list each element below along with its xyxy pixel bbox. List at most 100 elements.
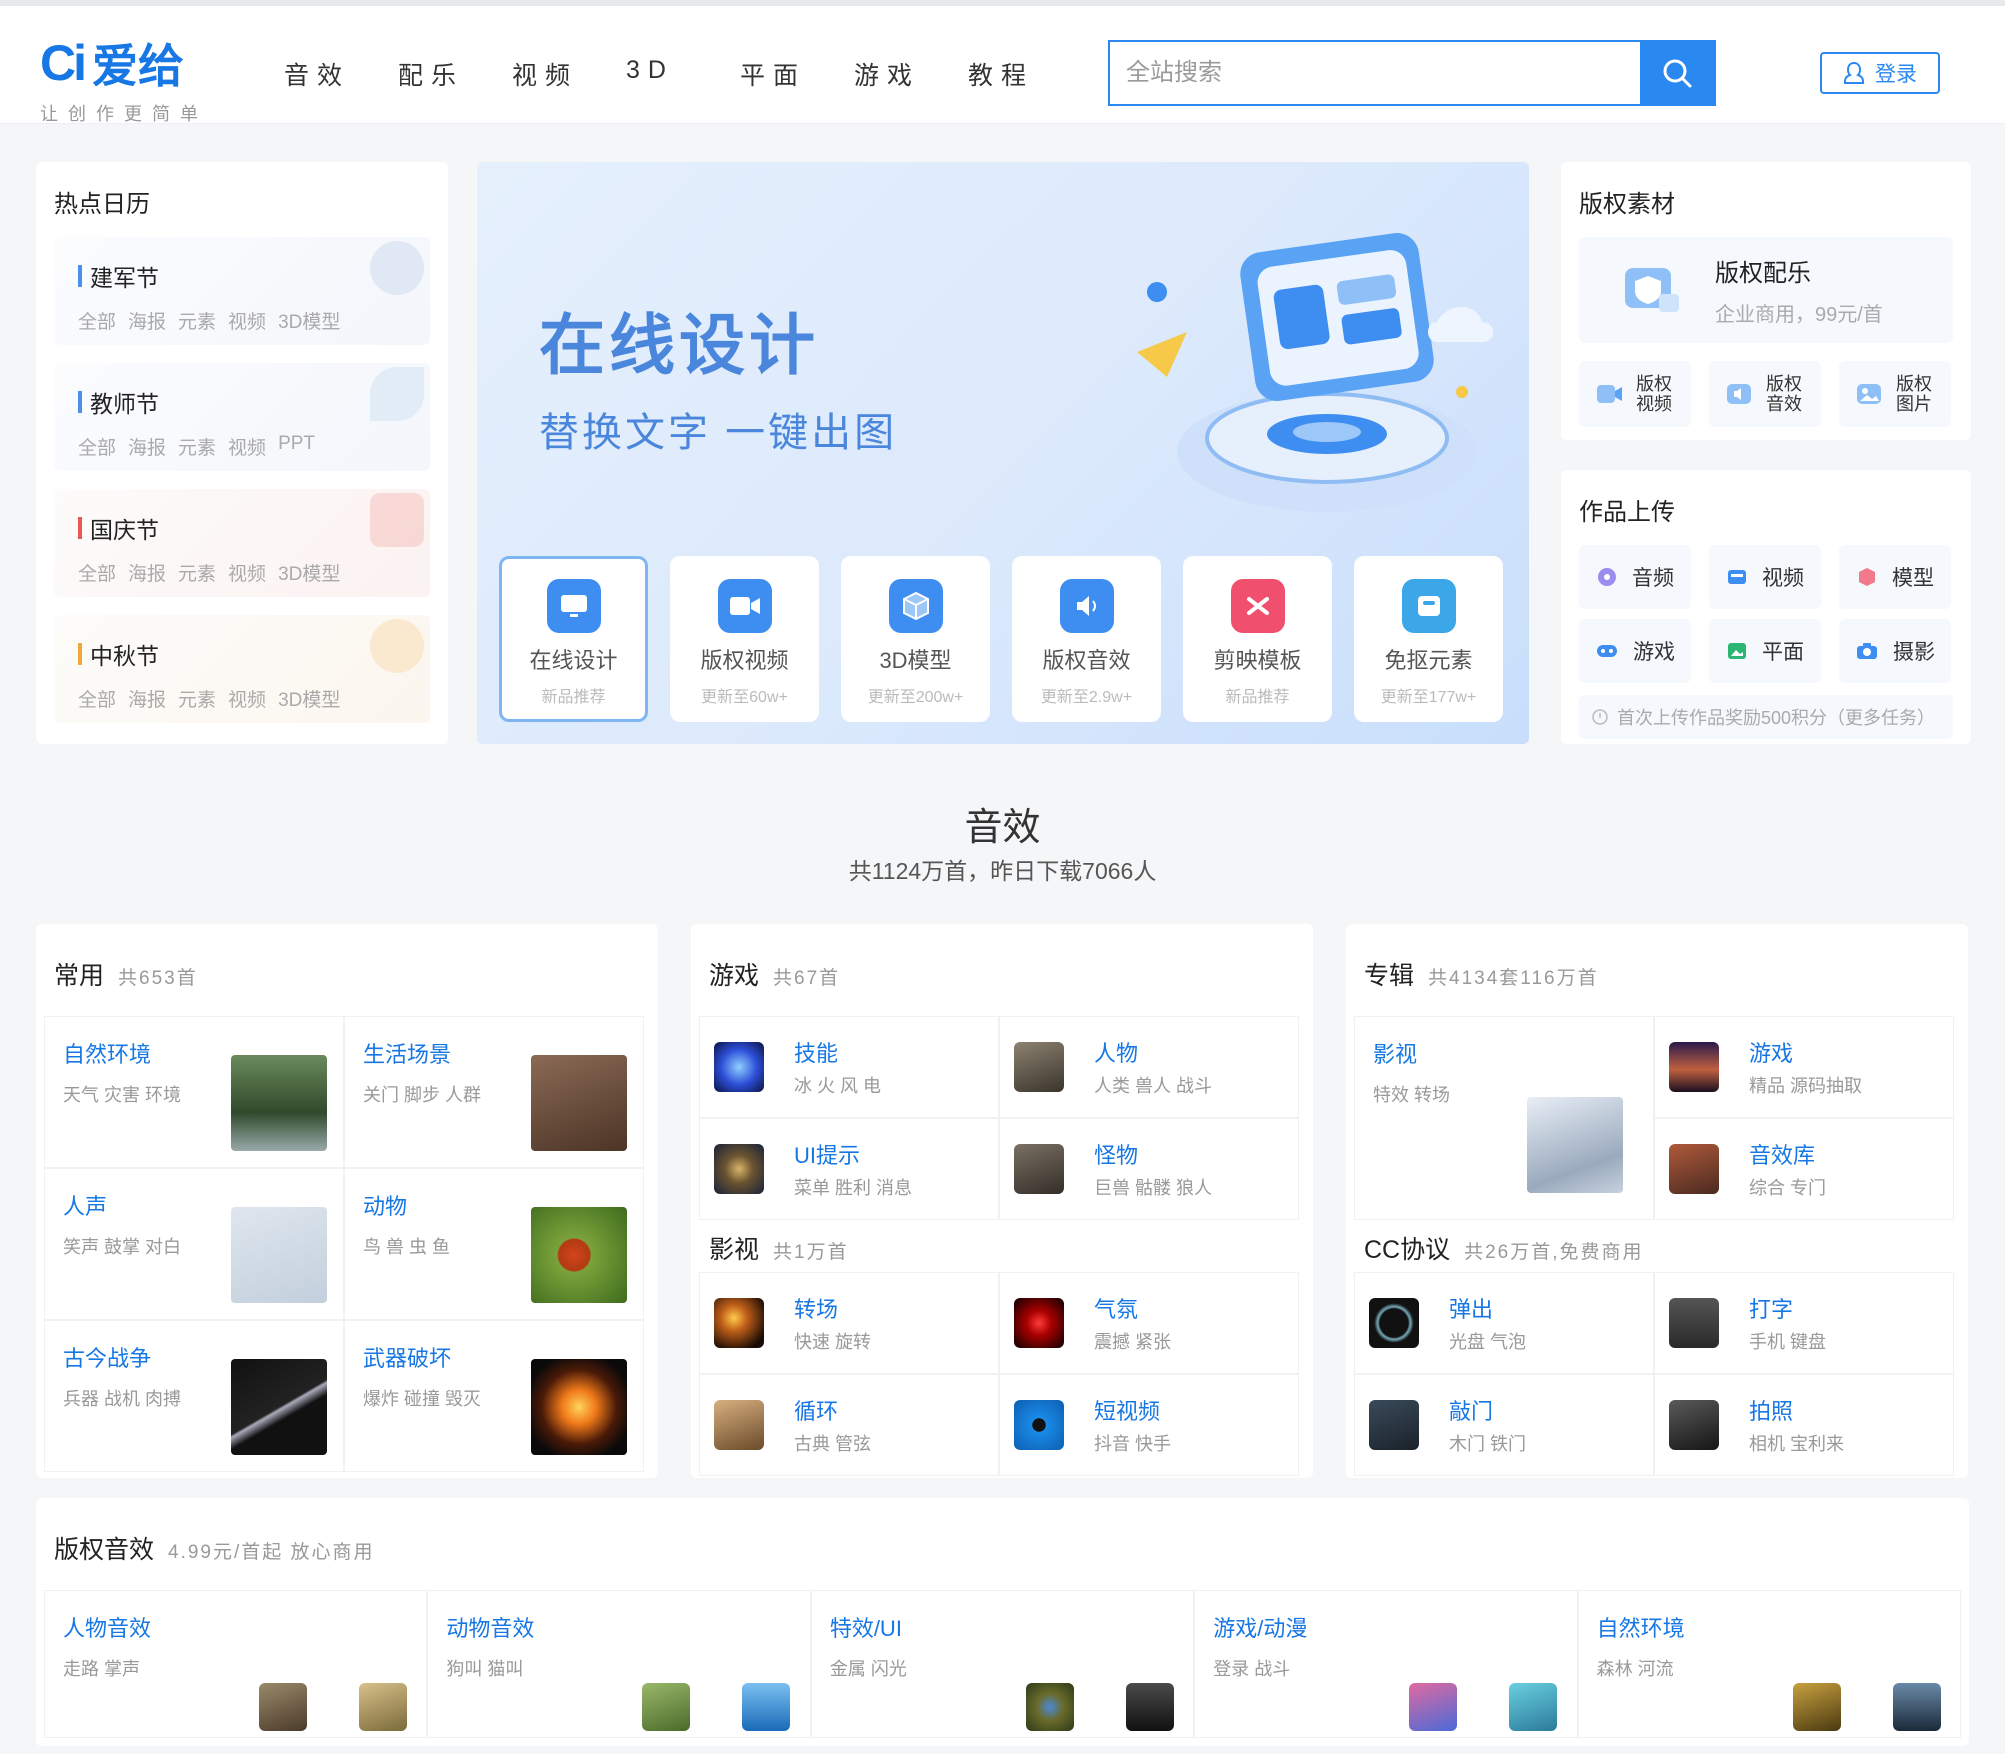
album-game[interactable]: 游戏 精品 源码抽取 [1654, 1016, 1954, 1118]
category-transition[interactable]: 转场 快速 旋转 [699, 1272, 999, 1374]
copyright-image-button[interactable]: 版权图片 [1839, 361, 1951, 427]
hot-tag[interactable]: 3D模型 [278, 307, 340, 334]
tile-online-design[interactable]: 在线设计 新品推荐 [499, 556, 648, 722]
online-design-banner[interactable]: 在线设计 替换文字 一键出图 在线设计 新品推荐 版权视频 更新至60w+ 3D… [477, 162, 1529, 744]
category-nature[interactable]: 自然环境 天气 灾害 环境 [44, 1016, 344, 1168]
hot-item-national-day[interactable]: 国庆节 全部 海报 元素 视频 3D模型 [54, 489, 430, 597]
typing-thumbnail [1669, 1298, 1719, 1348]
category-name: 短视频 [1094, 1399, 1161, 1424]
tile-cutout-elements[interactable]: 免抠元素 更新至177w+ [1354, 556, 1503, 722]
copyright-sound-button[interactable]: 版权音效 [1709, 361, 1821, 427]
upload-model-button[interactable]: 模型 [1839, 545, 1951, 609]
hot-item-army-day[interactable]: 建军节 全部 海报 元素 视频 3D模型 [54, 237, 430, 345]
category-weapon-destroy[interactable]: 武器破坏 爆炸 碰撞 毁灭 [344, 1320, 644, 1472]
category-name: 技能 [794, 1041, 839, 1066]
hot-tag[interactable]: 全部 [78, 685, 116, 712]
tile-label: 剪映模板 [1213, 648, 1302, 673]
category-monster[interactable]: 怪物 巨兽 骷髅 狼人 [999, 1118, 1299, 1220]
upload-audio-button[interactable]: 音频 [1579, 545, 1691, 609]
login-button[interactable]: 登录 [1820, 52, 1940, 94]
nav-sound[interactable]: 音效 [284, 56, 398, 92]
copyright-category-people[interactable]: 人物音效 走路 掌声 [44, 1590, 428, 1738]
hot-tag[interactable]: 视频 [228, 433, 266, 460]
hot-tag[interactable]: 海报 [128, 685, 166, 712]
category-photo[interactable]: 拍照 相机 宝利来 [1654, 1374, 1954, 1476]
tile-capcut-template[interactable]: 剪映模板 新品推荐 [1183, 556, 1332, 722]
album-sound-library[interactable]: 音效库 综合 专门 [1654, 1118, 1954, 1220]
nav-graphic[interactable]: 平面 [740, 56, 854, 92]
nav-game[interactable]: 游戏 [854, 56, 968, 92]
copyright-category-game-anime[interactable]: 游戏/动漫 登录 战斗 [1194, 1590, 1578, 1738]
tile-copyright-sound[interactable]: 版权音效 更新至2.9w+ [1012, 556, 1161, 722]
category-animal[interactable]: 动物 鸟 兽 虫 鱼 [344, 1168, 644, 1320]
category-atmosphere[interactable]: 气氛 震撼 紧张 [999, 1272, 1299, 1374]
hot-calendar-title: 热点日历 [54, 191, 150, 218]
copyright-category-animal[interactable]: 动物音效 狗叫 猫叫 [427, 1590, 811, 1738]
hot-tag[interactable]: 3D模型 [278, 685, 340, 712]
hot-tag[interactable]: 全部 [78, 307, 116, 334]
tile-3d-model[interactable]: 3D模型 更新至200w+ [841, 556, 990, 722]
category-skill[interactable]: 技能冰 火 风 电 [699, 1016, 999, 1118]
main-nav: 音效 配乐 视频 3D 平面 游戏 教程 [284, 56, 1082, 92]
category-knock[interactable]: 敲门 木门 铁门 [1354, 1374, 1654, 1476]
ui-hint-thumbnail [714, 1144, 764, 1194]
hot-item-mid-autumn[interactable]: 中秋节 全部 海报 元素 视频 3D模型 [54, 615, 430, 723]
copyright-sound-section: 版权音效 4.99元/首起 放心商用 人物音效 走路 掌声 动物音效 狗叫 猫叫… [36, 1498, 1969, 1746]
hot-tag[interactable]: 元素 [178, 307, 216, 334]
nav-music[interactable]: 配乐 [398, 56, 512, 92]
hot-calendar-card: 热点日历 建军节 全部 海报 元素 视频 3D模型 教师节 全部 海报 元素 视… [36, 162, 448, 744]
nav-3d[interactable]: 3D [626, 56, 740, 92]
hot-tag[interactable]: 元素 [178, 433, 216, 460]
category-ui-hint[interactable]: UI提示 菜单 胜利 消息 [699, 1118, 999, 1220]
hot-tag[interactable]: 海报 [128, 559, 166, 586]
hot-item-name: 中秋节 [78, 637, 406, 671]
category-voice[interactable]: 人声 笑声 鼓掌 对白 [44, 1168, 344, 1320]
banner-title: 在线设计 [539, 308, 819, 382]
hot-tag[interactable]: 3D模型 [278, 559, 340, 586]
copyright-music-link[interactable]: 版权配乐 企业商用，99元/首 [1579, 237, 1953, 343]
copyright-music-sub: 企业商用，99元/首 [1715, 304, 1883, 326]
category-popup[interactable]: 弹出 光盘 气泡 [1354, 1272, 1654, 1374]
photo-thumbnail [1669, 1400, 1719, 1450]
hot-tag[interactable]: 视频 [228, 685, 266, 712]
copyright-video-button[interactable]: 版权视频 [1579, 361, 1691, 427]
category-name: 游戏/动漫 [1213, 1616, 1308, 1641]
skill-thumbnail [714, 1042, 764, 1092]
tile-sub: 更新至177w+ [1380, 689, 1477, 706]
hot-tag[interactable]: PPT [278, 433, 315, 460]
info-icon [1592, 709, 1608, 725]
hot-tag[interactable]: 视频 [228, 559, 266, 586]
category-war[interactable]: 古今战争 兵器 战机 肉搏 [44, 1320, 344, 1472]
monster-thumbnail [1014, 1144, 1064, 1194]
category-loop[interactable]: 循环 古典 管弦 [699, 1374, 999, 1476]
nav-video[interactable]: 视频 [512, 56, 626, 92]
hot-tag[interactable]: 元素 [178, 559, 216, 586]
tile-copyright-video[interactable]: 版权视频 更新至60w+ [670, 556, 819, 722]
banner-subtitle: 替换文字 一键出图 [539, 411, 898, 455]
upload-video-button[interactable]: 视频 [1709, 545, 1821, 609]
hot-tag[interactable]: 元素 [178, 685, 216, 712]
category-character[interactable]: 人物 人类 兽人 战斗 [999, 1016, 1299, 1118]
copyright-category-nature[interactable]: 自然环境 森林 河流 [1577, 1590, 1962, 1738]
category-typing[interactable]: 打字 手机 键盘 [1654, 1272, 1954, 1374]
category-short-video[interactable]: 短视频 抖音 快手 [999, 1374, 1299, 1476]
upload-photo-button[interactable]: 摄影 [1839, 619, 1951, 683]
hot-item-teachers-day[interactable]: 教师节 全部 海报 元素 视频 PPT [54, 363, 430, 471]
search-input[interactable] [1110, 42, 1640, 104]
album-film[interactable]: 影视 特效 转场 [1354, 1016, 1654, 1220]
category-tags: 精品 源码抽取 [1749, 1076, 1863, 1096]
nav-tutorial[interactable]: 教程 [968, 56, 1082, 92]
category-life-scene[interactable]: 生活场景 关门 脚步 人群 [344, 1016, 644, 1168]
hot-tag[interactable]: 海报 [128, 307, 166, 334]
upload-game-button[interactable]: 游戏 [1579, 619, 1691, 683]
hot-tag[interactable]: 全部 [78, 559, 116, 586]
hot-tag[interactable]: 海报 [128, 433, 166, 460]
hot-tag[interactable]: 全部 [78, 433, 116, 460]
upload-reward-note[interactable]: 首次上传作品奖励500积分（更多任务） [1579, 695, 1953, 739]
category-name: 游戏 [1749, 1041, 1794, 1066]
upload-graphic-button[interactable]: 平面 [1709, 619, 1821, 683]
search-button[interactable] [1640, 42, 1714, 104]
copyright-category-fx-ui[interactable]: 特效/UI 金属 闪光 [810, 1590, 1195, 1738]
hot-tag[interactable]: 视频 [228, 307, 266, 334]
site-logo[interactable]: Ci 爱给 让创作更简单 [40, 30, 230, 124]
